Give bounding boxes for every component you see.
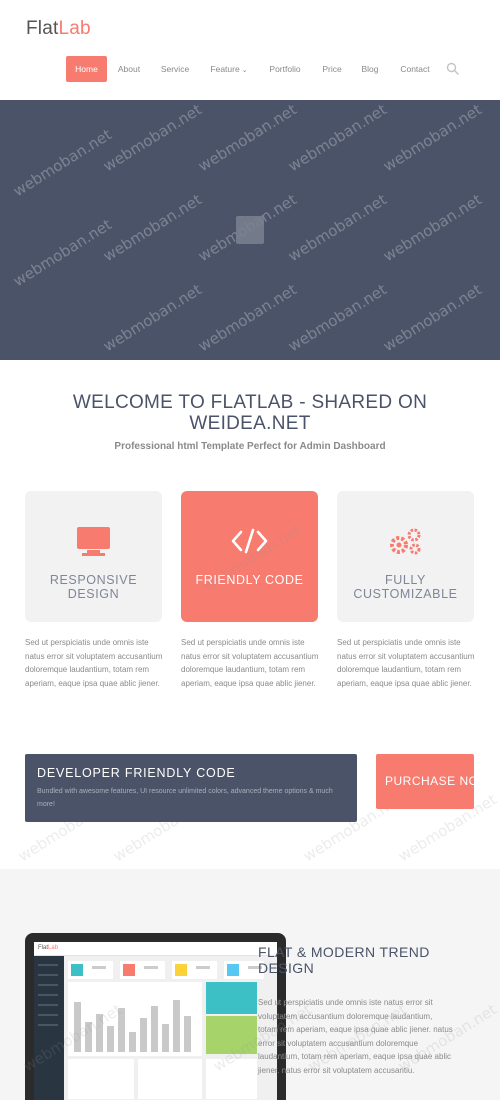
nav-portfolio[interactable]: Portfolio (266, 56, 304, 82)
cta-text: Bundled with awesome features, UI resour… (37, 788, 333, 808)
feature-title: FULLY CUSTOMIZABLE (353, 573, 458, 601)
sidebar-line (38, 1004, 58, 1006)
screen-topbar: FlatLab (34, 942, 277, 956)
watermark-text: webmoban.net (380, 280, 485, 356)
welcome-title: WELCOME TO FLATLAB - SHARED ON WEIDEA.NE… (72, 392, 428, 434)
purchase-label: PURCHASE NOW (385, 774, 474, 788)
chart-bar (184, 1016, 191, 1052)
nav-blog-label: Blog (361, 64, 379, 74)
welcome-subtitle: Professional html Template Perfect for A… (114, 441, 386, 452)
screen-logo: FlatLab (38, 945, 58, 951)
nav-feature[interactable]: Feature ⌄ (206, 56, 252, 82)
watermark-text: webmoban.net (195, 100, 300, 176)
logo-main: Flat (26, 18, 59, 39)
nav-home-label: Home (75, 64, 98, 74)
tag-icon (123, 964, 135, 976)
watermark-text: webmoban.net (10, 215, 115, 291)
screen-logo-accent: Lab (48, 945, 59, 951)
stat-tile (172, 961, 217, 979)
image-placeholder-icon (236, 216, 264, 244)
stat-tile (120, 961, 165, 979)
widget-panel (138, 1059, 202, 1099)
nav-service-label: Service (160, 64, 190, 74)
watermark-text: webmoban.net (285, 190, 390, 266)
watermark-text: webmoban.net (285, 280, 390, 356)
feature-description: Sed ut perspiciatis unde omnis iste natu… (181, 638, 319, 688)
watermark-text: webmoban.net (285, 100, 390, 176)
stat-value (144, 966, 158, 969)
chart-bar (173, 1000, 180, 1052)
feature-description: Sed ut perspiciatis unde omnis iste natu… (25, 638, 163, 688)
cta-title: DEVELOPER FRIENDLY CODE (37, 766, 236, 780)
logo[interactable]: FlatLab (26, 18, 91, 40)
nav-contact-label: Contact (400, 64, 430, 74)
chart-bar (140, 1018, 147, 1052)
watermark-text: webmoban.net (100, 100, 205, 176)
watermark-text: webmoban.net (195, 280, 300, 356)
chart-bar (107, 1026, 114, 1052)
cart-icon (175, 964, 187, 976)
chart-bar (162, 1024, 169, 1052)
sidebar-line (38, 1014, 58, 1016)
chart-bar (129, 1032, 136, 1052)
nav-service[interactable]: Service (156, 56, 194, 82)
sidebar-line (38, 984, 58, 986)
showcase-title: FLAT & MODERN TREND DESIGN (258, 944, 430, 976)
feature-card-responsive[interactable]: RESPONSIVE DESIGN (25, 491, 162, 622)
nav-about-label: About (117, 64, 141, 74)
screen-logo-main: Flat (38, 945, 49, 951)
purchase-button[interactable]: PURCHASE NOW (376, 754, 474, 809)
gears-icon (390, 528, 421, 555)
watermark-text: webmoban.net (380, 100, 485, 176)
nav-portfolio-label: Portfolio (269, 64, 301, 74)
stat-tile (68, 961, 113, 979)
chart-icon (227, 964, 239, 976)
screen-sidebar (34, 956, 64, 1100)
stat-value (196, 966, 210, 969)
nav-home[interactable]: Home (66, 56, 107, 82)
widget-panel (68, 1059, 134, 1099)
watermark-text: webmoban.net (10, 125, 115, 201)
logo-accent: Lab (58, 18, 91, 39)
feature-card-customizable[interactable]: FULLY CUSTOMIZABLE (337, 491, 474, 622)
watermark-text: webmoban.net (380, 190, 485, 266)
nav-feature-label: Feature (210, 64, 240, 74)
sidebar-line (38, 1024, 58, 1026)
sidebar-line (38, 964, 58, 966)
laptop-mockup: FlatLab (25, 933, 286, 1100)
cta-banner: DEVELOPER FRIENDLY CODE Bundled with awe… (25, 754, 357, 822)
search-icon[interactable] (446, 62, 460, 76)
widget-panel (206, 982, 257, 1014)
dashboard-screenshot: FlatLab (34, 942, 277, 1100)
watermark-text: webmoban.net (100, 190, 205, 266)
hero-banner: webmoban.net webmoban.net webmoban.net w… (0, 100, 500, 360)
nav-price-label: Price (322, 64, 342, 74)
sidebar-line (38, 994, 58, 996)
feature-title: RESPONSIVE DESIGN (49, 573, 138, 601)
feature-description: Sed ut perspiciatis unde omnis iste natu… (337, 638, 475, 688)
stat-value (92, 966, 106, 969)
monitor-icon (77, 527, 110, 556)
nav-price[interactable]: Price (318, 56, 346, 82)
watermark-text: webmoban.net (100, 280, 205, 356)
sidebar-line (38, 974, 58, 976)
nav-about[interactable]: About (112, 56, 146, 82)
nav-contact[interactable]: Contact (396, 56, 434, 82)
site-header: FlatLab Home About Service Feature ⌄ Port… (0, 0, 500, 100)
chevron-down-icon: ⌄ (241, 67, 248, 74)
nav-blog[interactable]: Blog (356, 56, 384, 82)
user-icon (71, 964, 83, 976)
chart-bar (151, 1006, 158, 1052)
